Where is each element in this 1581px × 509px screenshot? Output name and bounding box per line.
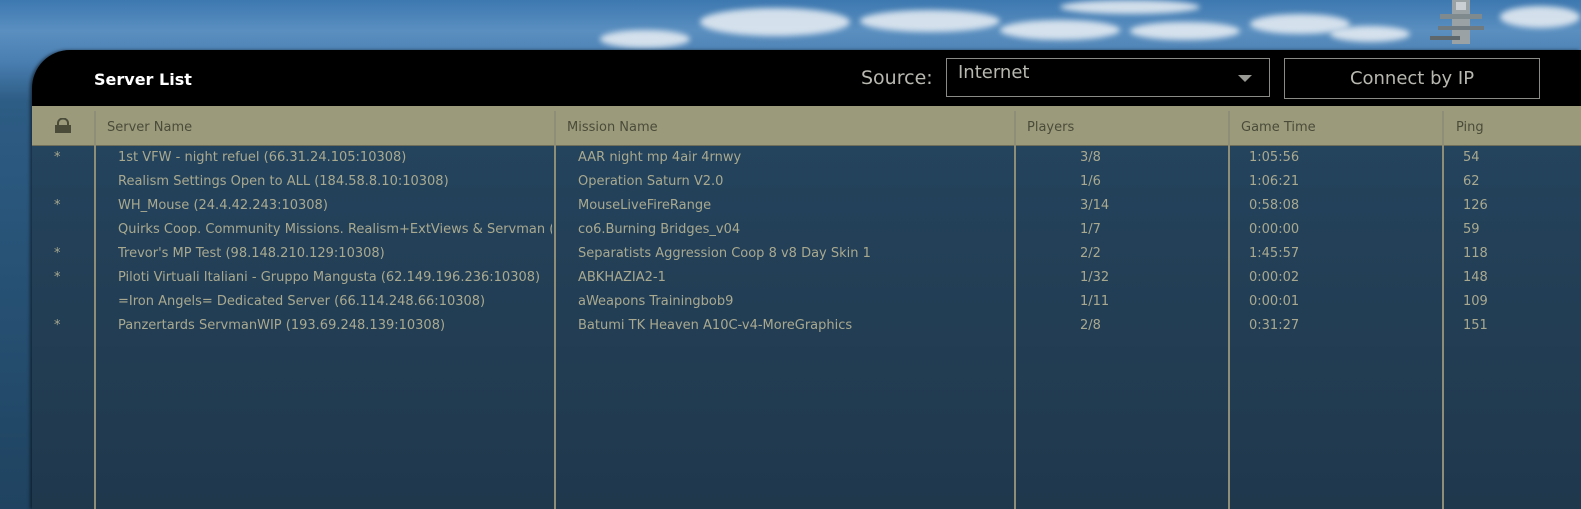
game-time-cell: 0:00:01 [1249, 294, 1300, 309]
game-time-cell: 0:31:27 [1249, 318, 1300, 333]
mission-name-cell: Batumi TK Heaven A10C-v4-MoreGraphics [578, 318, 853, 333]
mission-name-cell: aWeapons Trainingbob9 [578, 294, 734, 309]
cloud [700, 8, 850, 36]
server-name-cell: Piloti Virtuali Italiani - Gruppo Mangus… [118, 270, 541, 285]
panel-header: Server List Source: Internet Connect by … [32, 50, 1581, 106]
panel-title: Server List [94, 70, 192, 89]
game-time-cell: 0:00:02 [1249, 270, 1300, 285]
password-marker: * [54, 246, 61, 261]
connect-by-ip-button[interactable]: Connect by IP [1284, 58, 1540, 99]
column-header-players[interactable]: Players [1027, 120, 1074, 135]
mission-name-cell: Separatists Aggression Coop 8 v8 Day Ski… [578, 246, 871, 261]
column-header-row: Server Name Mission Name Players Game Ti… [32, 106, 1581, 146]
lock-icon[interactable] [54, 118, 72, 134]
table-row[interactable]: * Trevor's MP Test (98.148.210.129:10308)… [32, 243, 1581, 267]
column-header-server-name[interactable]: Server Name [107, 120, 192, 135]
ping-cell: 62 [1463, 174, 1480, 189]
mission-name-cell: co6.Burning Bridges_v04 [578, 222, 741, 237]
cloud [1500, 6, 1580, 28]
table-row[interactable]: =Iron Angels= Dedicated Server (66.114.2… [32, 291, 1581, 315]
players-cell: 1/6 [1080, 174, 1101, 189]
ping-cell: 59 [1463, 222, 1480, 237]
game-time-cell: 0:58:08 [1249, 198, 1300, 213]
password-marker: * [54, 150, 61, 165]
server-name-cell: Realism Settings Open to ALL (184.58.8.1… [118, 174, 449, 189]
cloud [1130, 22, 1240, 40]
players-cell: 2/2 [1080, 246, 1101, 261]
ping-cell: 151 [1463, 318, 1488, 333]
source-dropdown[interactable]: Internet [946, 58, 1270, 97]
game-time-cell: 1:45:57 [1249, 246, 1300, 261]
cloud [1330, 26, 1410, 42]
server-name-cell: =Iron Angels= Dedicated Server (66.114.2… [118, 294, 486, 309]
table-row[interactable]: * 1st VFW - night refuel (66.31.24.105:10… [32, 147, 1581, 171]
column-header-ping[interactable]: Ping [1456, 120, 1484, 135]
password-marker: * [54, 270, 61, 285]
mission-name-cell: Operation Saturn V2.0 [578, 174, 724, 189]
server-name-cell: Trevor's MP Test (98.148.210.129:10308) [118, 246, 385, 261]
players-cell: 1/32 [1080, 270, 1110, 285]
players-cell: 3/14 [1080, 198, 1110, 213]
column-header-game-time[interactable]: Game Time [1241, 120, 1316, 135]
server-name-cell: Quirks Coop. Community Missions. Realism… [118, 222, 552, 237]
server-name-cell: WH_Mouse (24.4.42.243:10308) [118, 198, 328, 213]
table-row[interactable]: * Panzertards ServmanWIP (193.69.248.139:… [32, 315, 1581, 339]
players-cell: 1/7 [1080, 222, 1101, 237]
column-header-mission-name[interactable]: Mission Name [567, 120, 658, 135]
cloud [860, 10, 1000, 32]
table-row[interactable]: * Piloti Virtuali Italiani - Gruppo Mangu… [32, 267, 1581, 291]
chevron-down-icon [1238, 75, 1252, 82]
ping-cell: 54 [1463, 150, 1480, 165]
aircraft-image [1430, 0, 1484, 44]
mission-name-cell: AAR night mp 4air 4rnwy [578, 150, 742, 165]
cloud [600, 30, 690, 48]
table-row[interactable]: Realism Settings Open to ALL (184.58.8.1… [32, 171, 1581, 195]
players-cell: 1/11 [1080, 294, 1110, 309]
server-list-panel: Server List Source: Internet Connect by … [32, 50, 1581, 509]
ping-cell: 118 [1463, 246, 1488, 261]
password-marker: * [54, 198, 61, 213]
game-time-cell: 0:00:00 [1249, 222, 1300, 237]
mission-name-cell: MouseLiveFireRange [578, 198, 712, 213]
ping-cell: 148 [1463, 270, 1488, 285]
table-row[interactable]: * WH_Mouse (24.4.42.243:10308) MouseLiveFi… [32, 195, 1581, 219]
password-marker: * [54, 318, 61, 333]
source-label: Source: [861, 67, 933, 89]
game-time-cell: 1:05:56 [1249, 150, 1300, 165]
game-time-cell: 1:06:21 [1249, 174, 1300, 189]
ping-cell: 109 [1463, 294, 1488, 309]
cloud [1000, 20, 1120, 40]
source-selected-value: Internet [958, 62, 1030, 83]
mission-name-cell: ABKHAZIA2-1 [578, 270, 666, 285]
players-cell: 2/8 [1080, 318, 1101, 333]
cloud [1060, 0, 1200, 14]
players-cell: 3/8 [1080, 150, 1101, 165]
ping-cell: 126 [1463, 198, 1488, 213]
server-name-cell: Panzertards ServmanWIP (193.69.248.139:1… [118, 318, 446, 333]
table-row[interactable]: Quirks Coop. Community Missions. Realism… [32, 219, 1581, 243]
game-screen: Server List Source: Internet Connect by … [0, 0, 1581, 509]
server-name-cell: 1st VFW - night refuel (66.31.24.105:103… [118, 150, 407, 165]
